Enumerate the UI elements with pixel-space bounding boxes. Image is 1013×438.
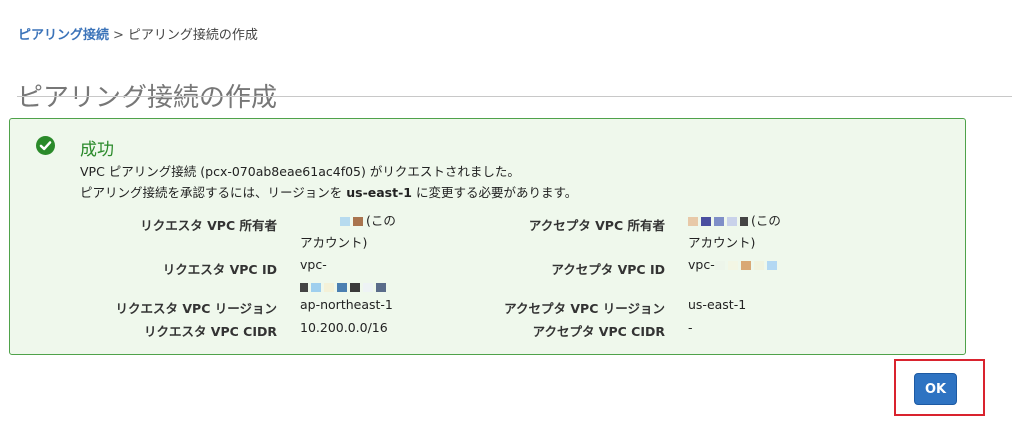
accepter-owner-value-line2: アカウント) <box>688 235 756 250</box>
redaction-mark <box>714 261 725 270</box>
requester-owner-suffix: (この <box>366 213 396 228</box>
accepter-vpc-id-text: vpc- <box>688 257 715 272</box>
redaction-mark <box>740 217 748 226</box>
redaction-mark <box>337 283 347 292</box>
breadcrumb-link-peering[interactable]: ピアリング接続 <box>18 28 109 43</box>
alert-message-region: ピアリング接続を承認するには、リージョンを us-east-1 に変更する必要が… <box>80 182 577 201</box>
accepter-owner-suffix: (この <box>751 213 781 228</box>
breadcrumb-separator: > <box>113 28 124 43</box>
redaction-mark <box>311 283 321 292</box>
redaction-mark <box>363 283 373 292</box>
accepter-region-label: アクセプタ VPC リージョン <box>504 301 665 316</box>
redaction-mark <box>727 217 737 226</box>
redaction-mark <box>376 283 386 292</box>
requester-owner-value-line1: (この <box>300 210 396 232</box>
requester-vpc-id-label: リクエスタ VPC ID <box>162 262 277 277</box>
redaction-mark <box>324 283 334 292</box>
accepter-cidr-value: - <box>688 320 693 335</box>
alert-message-region-name: us-east-1 <box>346 185 412 200</box>
breadcrumb-current: ピアリング接続の作成 <box>127 28 258 43</box>
accepter-region-value: us-east-1 <box>688 297 747 312</box>
requester-vpc-id-value: vpc- <box>300 254 389 298</box>
alert-message-request: VPC ピアリング接続 (pcx-070ab8eae61ac4f05) がリクエ… <box>80 164 520 179</box>
breadcrumb: ピアリング接続 > ピアリング接続の作成 <box>18 24 258 43</box>
alert-message-prefix: ピアリング接続を承認するには、リージョンを <box>80 185 347 200</box>
accepter-owner-label: アクセプタ VPC 所有者 <box>528 218 665 233</box>
alert-message-suffix: に変更する必要があります。 <box>411 185 578 200</box>
accepter-vpc-id-value: vpc- <box>688 254 780 276</box>
redaction-mark <box>701 217 711 226</box>
check-circle-icon <box>36 136 55 155</box>
redaction-mark <box>727 261 738 270</box>
requester-owner-label: リクエスタ VPC 所有者 <box>140 218 277 233</box>
redaction-mark <box>353 217 363 226</box>
requester-cidr-value: 10.200.0.0/16 <box>300 320 388 335</box>
redaction-mark <box>753 261 764 270</box>
requester-owner-value: (この アカウント) <box>300 210 396 254</box>
requester-owner-value-line2: アカウント) <box>300 235 368 250</box>
requester-vpc-id-text: vpc- <box>300 257 327 272</box>
success-alert: 成功 VPC ピアリング接続 (pcx-070ab8eae61ac4f05) が… <box>9 118 966 355</box>
accepter-owner-value-line1: (この <box>688 210 781 232</box>
accepter-owner-value: (この アカウント) <box>688 210 781 254</box>
requester-region-value: ap-northeast-1 <box>300 297 393 312</box>
alert-title: 成功 <box>80 140 114 160</box>
redaction-mark <box>300 283 308 292</box>
redaction-mark <box>340 217 350 226</box>
redaction-mark <box>714 217 724 226</box>
ok-button[interactable]: OK <box>914 373 957 405</box>
redaction-mark <box>766 261 777 270</box>
redaction-mark <box>350 283 360 292</box>
redaction-mark <box>688 217 698 226</box>
accepter-cidr-label: アクセプタ VPC CIDR <box>532 324 665 339</box>
requester-cidr-label: リクエスタ VPC CIDR <box>143 324 277 339</box>
title-divider <box>17 96 1012 97</box>
requester-region-label: リクエスタ VPC リージョン <box>115 301 277 316</box>
redaction-mark <box>740 261 751 270</box>
accepter-vpc-id-label: アクセプタ VPC ID <box>551 262 665 277</box>
